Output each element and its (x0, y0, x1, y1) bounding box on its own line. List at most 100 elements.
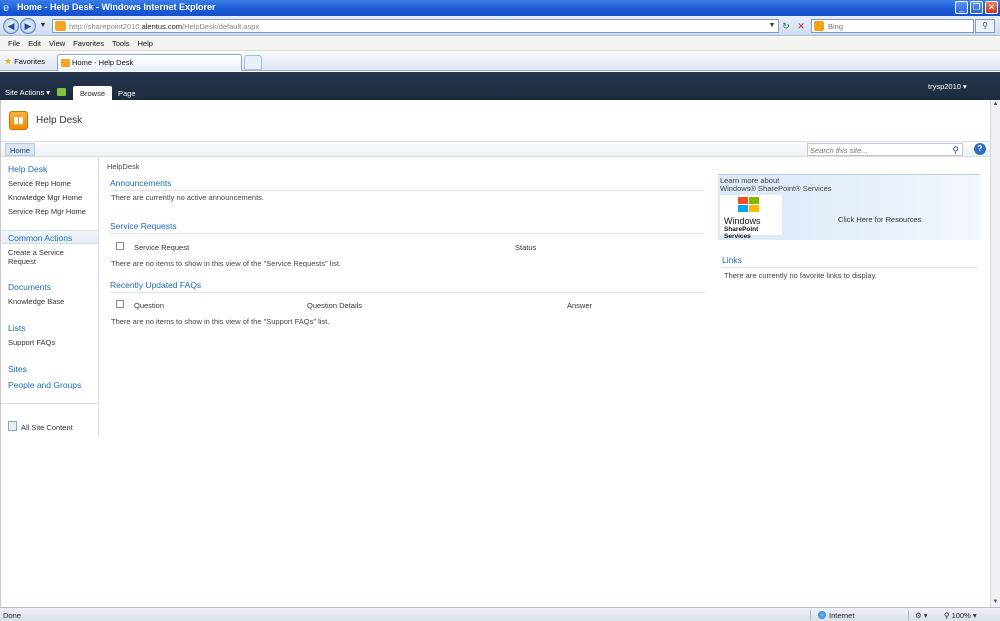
windows-sharepoint-logo: Windows SharePoint Services (720, 195, 782, 240)
site-header: ▮▮ Help Desk (1, 100, 990, 142)
announcements-empty-message: There are currently no active announceme… (111, 193, 264, 202)
column-status[interactable]: Status (515, 243, 536, 252)
nav-item-service-rep-home[interactable]: Service Rep Home (8, 179, 71, 188)
close-button[interactable]: ✕ (985, 1, 998, 14)
minimize-button[interactable]: _ (955, 1, 968, 14)
menu-tools[interactable]: Tools (109, 37, 135, 50)
window-controls: _ ❐ ✕ (955, 1, 998, 14)
nav-item-create-service-request[interactable]: Create a Service Request (8, 248, 64, 266)
menu-edit[interactable]: Edit (25, 37, 46, 50)
topnav-home[interactable]: Home (5, 143, 36, 156)
vertical-scrollbar[interactable]: ▲ ▼ (990, 100, 1000, 607)
nav-header-people-and-groups[interactable]: People and Groups (8, 380, 81, 390)
tab-title: Home - Help Desk (72, 58, 134, 67)
forward-button[interactable]: ▶ (20, 18, 36, 34)
menu-file[interactable]: File (5, 37, 25, 50)
site-search-input[interactable] (810, 145, 945, 155)
breadcrumb[interactable]: HelpDesk (107, 162, 140, 171)
main-zone: HelpDesk Announcements There are current… (107, 158, 707, 358)
stop-icon[interactable]: ✕ (795, 20, 807, 32)
windows-flag-icon (738, 197, 760, 213)
address-bar[interactable]: http://sharepoint2010.alentus.com/HelpDe… (52, 19, 779, 33)
faqs-empty-message: There are no items to show in this view … (111, 317, 330, 326)
tab-browse[interactable]: Browse (73, 86, 113, 100)
search-box[interactable] (811, 19, 974, 33)
faqs-title[interactable]: Recently Updated FAQs (110, 280, 201, 290)
column-question-details[interactable]: Question Details (307, 301, 362, 310)
service-requests-rule (110, 233, 705, 234)
links-title[interactable]: Links (722, 255, 742, 265)
search-icon[interactable]: ⚲ (952, 144, 959, 156)
page-favicon-icon (55, 21, 66, 31)
select-all-checkbox[interactable] (116, 242, 124, 250)
promo-text: Learn more about Windows® SharePoint® Ser… (720, 176, 832, 193)
nav-header-common-actions[interactable]: Common Actions (8, 233, 72, 243)
site-search-box: ⚲ (807, 143, 963, 156)
navigate-up-icon[interactable] (57, 88, 66, 96)
sharepoint-services-wordmark: SharePoint Services (724, 226, 759, 240)
search-input[interactable] (828, 21, 968, 32)
search-button[interactable]: ⚲ (975, 19, 995, 33)
links-empty-message: There are currently no favorite links to… (724, 271, 877, 280)
windows-wordmark: Windows (724, 216, 761, 226)
address-url[interactable]: http://sharepoint2010.alentus.com/HelpDe… (69, 22, 259, 31)
nav-header-documents[interactable]: Documents (8, 282, 51, 292)
new-tab-button[interactable] (244, 55, 262, 70)
top-navigation: Home ⚲ ? (1, 142, 990, 157)
status-bar: Done Internet ⚙ ▾ ⚲ 100% ▾ (0, 607, 1000, 621)
column-answer[interactable]: Answer (567, 301, 592, 310)
nav-header-lists[interactable]: Lists (8, 323, 25, 333)
status-text: Done (3, 611, 21, 620)
service-requests-empty-message: There are no items to show in this view … (111, 259, 342, 268)
service-requests-title[interactable]: Service Requests (110, 221, 177, 231)
favorites-bar: ★ Favorites Home - Help Desk (0, 52, 1000, 71)
quick-launch: Help Desk Service Rep Home Knowledge Mgr… (1, 158, 99, 437)
menu-bar: File Edit View Favorites Tools Help (0, 37, 1000, 51)
tab-page[interactable]: Page (111, 86, 143, 100)
announcements-rule (110, 190, 705, 191)
nav-item-service-rep-mgr-home[interactable]: Service Rep Mgr Home (8, 207, 86, 216)
all-site-content-icon (8, 421, 17, 431)
nav-header-help-desk[interactable]: Help Desk (8, 164, 47, 174)
protected-mode-icon[interactable]: ⚙ ▾ (915, 611, 928, 620)
bing-icon (814, 21, 824, 31)
nav-item-support-faqs[interactable]: Support FAQs (8, 338, 55, 347)
address-toolbar: ◀ ▶ ▼ http://sharepoint2010.alentus.com/… (0, 16, 1000, 36)
resources-link[interactable]: Click Here for Resources (838, 215, 921, 224)
star-icon: ★ (4, 56, 13, 66)
back-button[interactable]: ◀ (3, 18, 19, 34)
nav-header-sites[interactable]: Sites (8, 364, 27, 374)
faq-select-all-checkbox[interactable] (116, 300, 124, 308)
scroll-down-icon[interactable]: ▼ (992, 599, 999, 606)
nav-item-knowledge-base[interactable]: Knowledge Base (8, 297, 64, 306)
status-divider (810, 610, 811, 620)
site-logo-icon[interactable]: ▮▮ (9, 111, 28, 130)
menu-view[interactable]: View (46, 37, 70, 50)
help-icon[interactable]: ? (974, 143, 986, 155)
column-service-request[interactable]: Service Request (134, 243, 189, 252)
globe-icon (818, 611, 826, 619)
window-title-bar: e Home - Help Desk - Windows Internet Ex… (0, 0, 1000, 16)
window-title: Home - Help Desk - Windows Internet Expl… (17, 2, 216, 12)
recent-pages-icon[interactable]: ▼ (37, 20, 49, 32)
refresh-icon[interactable]: ↻ (780, 20, 792, 32)
address-dropdown-icon[interactable]: ▼ (766, 20, 778, 32)
browser-tab[interactable]: Home - Help Desk (57, 54, 242, 71)
menu-favorites[interactable]: Favorites (70, 37, 109, 50)
maximize-button[interactable]: ❐ (970, 1, 983, 14)
tab-favicon-icon (61, 59, 70, 67)
favorites-button[interactable]: ★ Favorites (4, 56, 45, 67)
user-menu[interactable]: trysp2010 ▾ (928, 82, 967, 91)
menu-help[interactable]: Help (135, 37, 158, 50)
announcements-title[interactable]: Announcements (110, 178, 171, 188)
faqs-rule (110, 292, 705, 293)
security-zone[interactable]: Internet (818, 611, 854, 620)
scroll-up-icon[interactable]: ▲ (992, 101, 999, 108)
nav-item-all-site-content[interactable]: All Site Content (21, 423, 73, 432)
zoom-control[interactable]: ⚲ 100% ▾ (944, 611, 977, 620)
nav-item-knowledge-mgr-home[interactable]: Knowledge Mgr Home (8, 193, 82, 202)
site-actions-menu[interactable]: Site Actions ▾ (5, 88, 50, 97)
column-question[interactable]: Question (134, 301, 164, 310)
resources-promo[interactable]: Learn more about Windows® SharePoint® Ser… (718, 174, 980, 240)
site-title[interactable]: Help Desk (36, 115, 82, 126)
